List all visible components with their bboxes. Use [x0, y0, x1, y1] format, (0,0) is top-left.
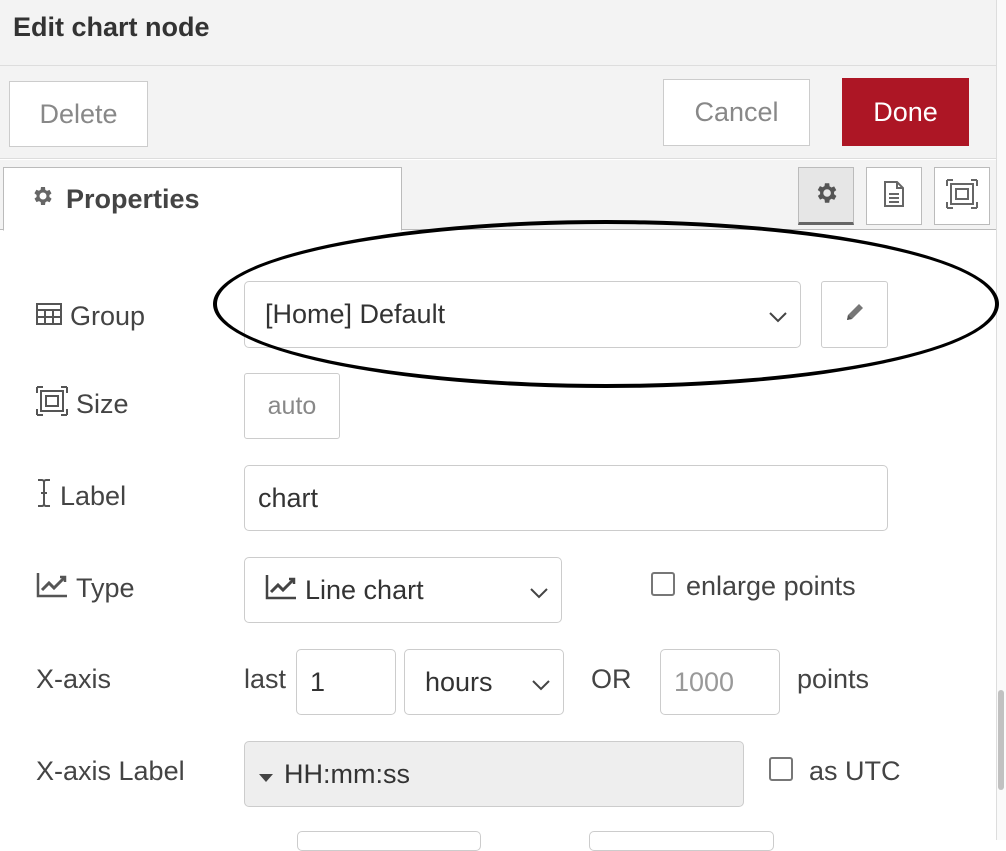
done-button[interactable]: Done — [842, 78, 969, 146]
label-field-label: Label — [36, 476, 126, 516]
tab-appearance[interactable] — [934, 167, 990, 225]
size-label: Size — [36, 384, 129, 424]
xaxis-or-label: OR — [591, 664, 632, 694]
type-select[interactable]: Line chart — [244, 557, 562, 623]
type-select-content: Line chart — [265, 574, 424, 607]
dialog-title: Edit chart node — [13, 12, 210, 42]
tab-description[interactable] — [866, 167, 922, 225]
group-label: Group — [36, 296, 145, 336]
type-label: Type — [36, 568, 135, 608]
as-utc-label: as UTC — [809, 756, 901, 786]
resize-icon — [36, 385, 68, 423]
group-label-text: Group — [70, 300, 146, 331]
table-icon — [36, 301, 62, 332]
tab-settings[interactable] — [798, 167, 854, 225]
xaxis-format-label: X-axis Label — [36, 756, 185, 786]
edit-group-button[interactable] — [821, 281, 888, 348]
group-select[interactable]: [Home] Default — [244, 281, 801, 348]
document-icon — [881, 180, 907, 213]
size-label-text: Size — [76, 388, 129, 419]
as-utc-checkbox[interactable] — [769, 757, 793, 781]
xaxis-points-input[interactable]: 1000 — [660, 649, 780, 715]
chevron-down-icon — [529, 575, 549, 606]
type-select-value: Line chart — [305, 574, 424, 605]
label-input[interactable]: chart — [244, 465, 888, 531]
xaxis-unit-select[interactable]: hours — [404, 649, 564, 715]
gear-icon — [813, 180, 839, 211]
chevron-down-icon — [531, 667, 551, 698]
gear-icon — [30, 184, 54, 215]
xaxis-last-input[interactable]: 1 — [296, 649, 396, 715]
xaxis-last-label: last — [244, 664, 287, 694]
tab-properties-label: Properties — [66, 183, 200, 214]
pencil-icon — [844, 299, 866, 330]
next-row-input-1[interactable] — [297, 831, 481, 851]
xaxis-label: X-axis — [36, 664, 112, 694]
chevron-down-icon — [768, 299, 788, 330]
text-cursor-icon — [36, 478, 52, 515]
next-row-input-2[interactable] — [589, 831, 774, 851]
size-button[interactable]: auto — [244, 373, 340, 439]
enlarge-points-checkbox[interactable] — [651, 572, 675, 596]
group-select-value: [Home] Default — [265, 299, 446, 329]
line-chart-icon — [36, 572, 68, 605]
delete-button[interactable]: Delete — [9, 81, 148, 147]
enlarge-points-label: enlarge points — [686, 571, 856, 601]
xaxis-format-input[interactable]: HH:mm:ss — [244, 741, 744, 807]
xaxis-unit-value: hours — [425, 666, 493, 697]
caret-down-icon — [258, 759, 274, 790]
scrollbar-thumb[interactable] — [998, 690, 1004, 790]
cancel-button[interactable]: Cancel — [663, 79, 810, 146]
frame-icon — [946, 178, 978, 214]
xaxis-points-label: points — [797, 664, 870, 694]
type-label-text: Type — [76, 572, 135, 603]
label-field-label-text: Label — [60, 480, 127, 511]
tab-properties[interactable]: Properties — [3, 167, 402, 231]
line-chart-icon — [265, 574, 297, 607]
xaxis-format-value: HH:mm:ss — [284, 758, 410, 789]
